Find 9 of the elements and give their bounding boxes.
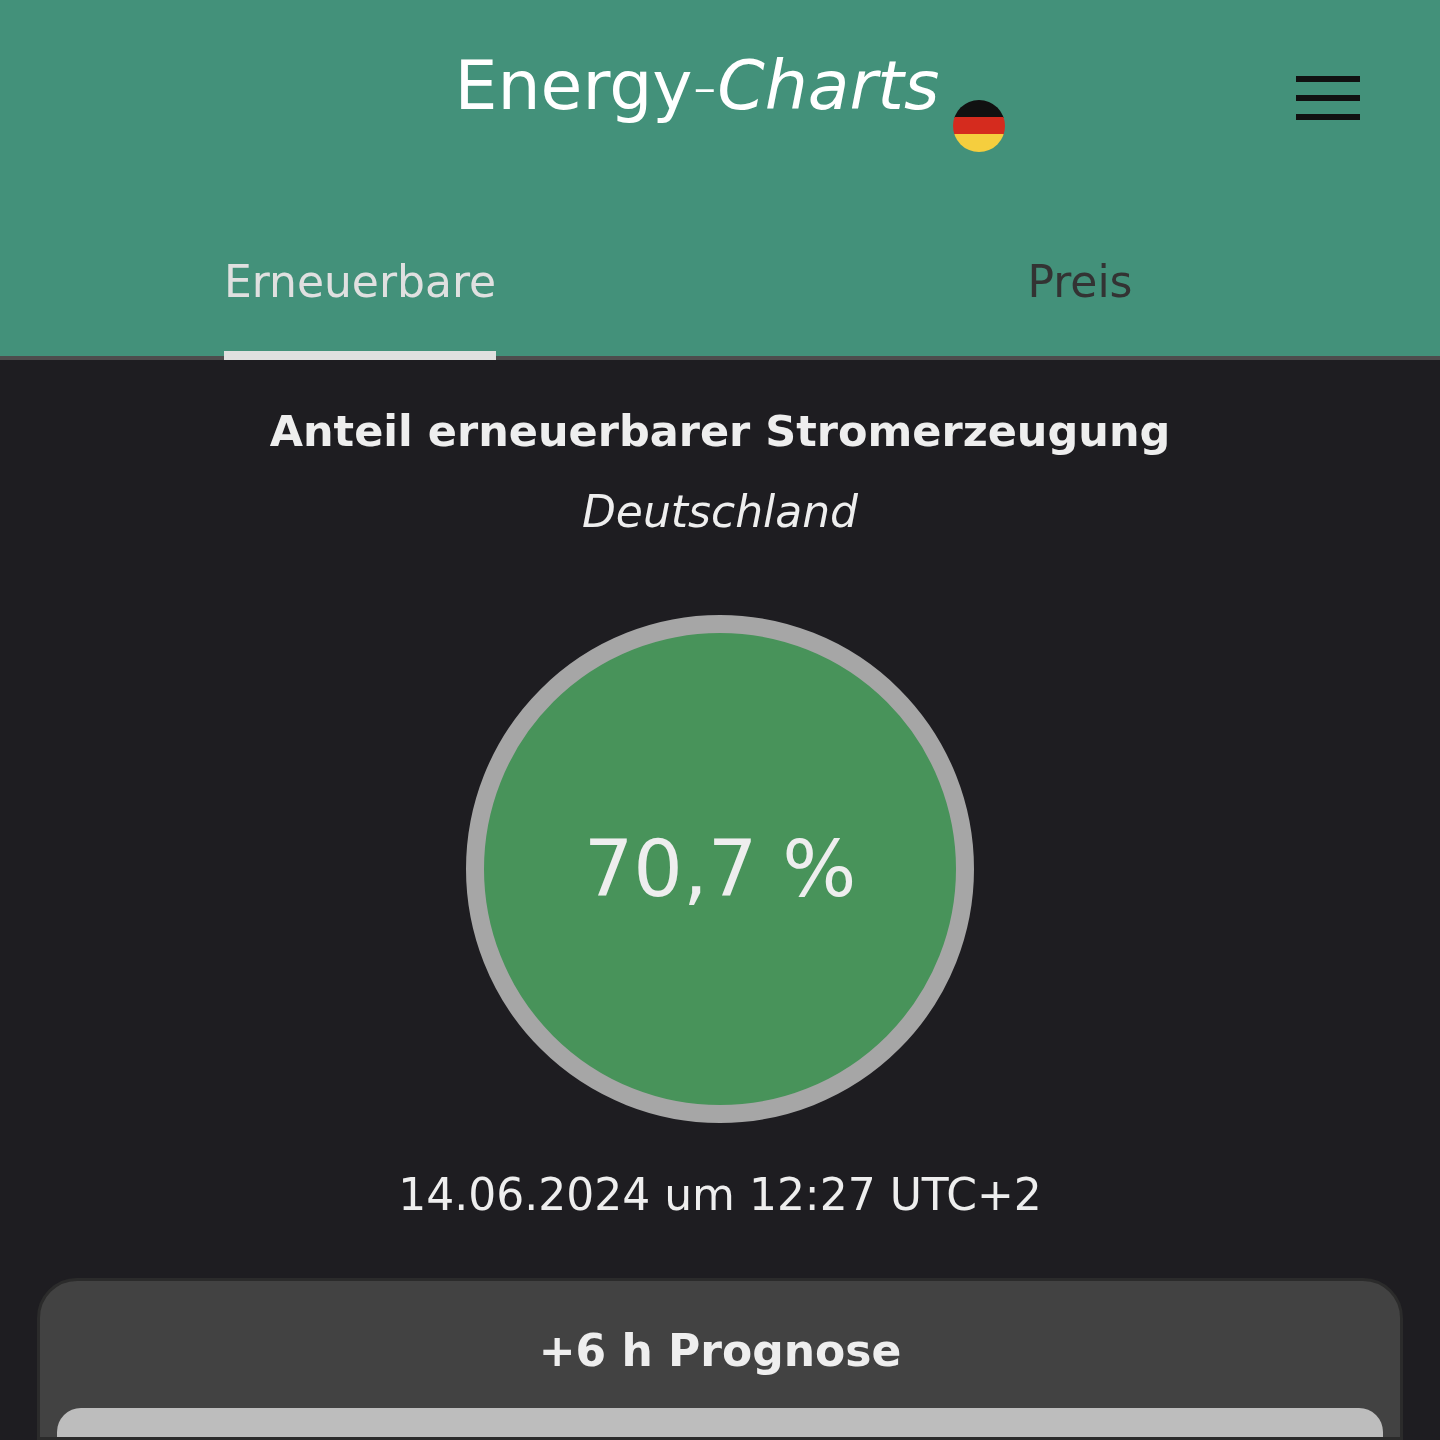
region-label: Deutschland <box>581 486 859 537</box>
forecast-title: +6 h Prognose <box>538 1325 902 1376</box>
tab[interactable]: Erneuerbare <box>223 208 497 360</box>
section-title: Anteil erneuerbarer Stromerzeugung <box>269 406 1171 456</box>
tab[interactable]: Preis <box>1027 208 1133 360</box>
share-value: 70,7 % <box>583 824 857 914</box>
flag-icon[interactable] <box>953 100 1006 152</box>
timestamp: 14.06.2024 um 12:27 UTC+2 <box>398 1169 1042 1220</box>
menu-icon[interactable] <box>1296 76 1360 120</box>
